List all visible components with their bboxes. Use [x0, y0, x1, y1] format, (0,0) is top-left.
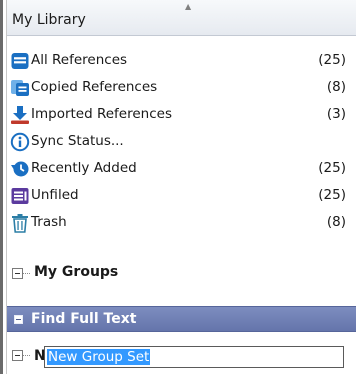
find-full-text-label: Find Full Text: [31, 311, 137, 327]
library-item-label: All References: [31, 52, 128, 68]
new-group-set-row[interactable]: N New Group Set: [12, 346, 356, 368]
collapse-icon[interactable]: [14, 315, 23, 324]
library-item-count: (25): [318, 160, 346, 176]
library-item-trash[interactable]: Trash (8): [10, 212, 356, 234]
library-item-imported-references[interactable]: Imported References (3): [10, 104, 356, 126]
library-item-all-references[interactable]: All References (25): [10, 50, 356, 72]
library-item-count: (8): [326, 214, 346, 230]
my-groups-header[interactable]: My Groups: [12, 264, 356, 286]
library-item-count: (3): [326, 106, 346, 122]
collapse-icon[interactable]: [12, 268, 23, 279]
unfiled-icon: [11, 188, 29, 204]
library-item-label: Copied References: [31, 79, 158, 95]
library-item-recently-added[interactable]: Recently Added (25): [10, 158, 356, 180]
collapse-icon[interactable]: [12, 350, 23, 361]
library-item-label: Unfiled: [31, 187, 79, 203]
group-set-name-input[interactable]: New Group Set: [44, 346, 344, 368]
library-item-label: Imported References: [31, 106, 172, 122]
copied-references-icon: [11, 80, 29, 96]
all-references-icon: [11, 53, 29, 69]
library-header[interactable]: My Library ▲: [7, 0, 356, 36]
sort-up-icon[interactable]: ▲: [185, 3, 191, 11]
info-icon: [10, 132, 30, 152]
library-item-count: (25): [318, 187, 346, 203]
library-item-label: Sync Status...: [31, 133, 124, 149]
library-item-sync-status[interactable]: Sync Status...: [10, 131, 356, 153]
library-item-unfiled[interactable]: Unfiled (25): [10, 185, 356, 207]
find-full-text-header[interactable]: Find Full Text: [7, 306, 356, 332]
group-set-name-selected-text[interactable]: New Group Set: [47, 349, 151, 365]
tree-connector: [23, 355, 30, 356]
library-item-count: (25): [318, 52, 346, 68]
my-groups-label: My Groups: [34, 264, 119, 280]
trash-icon: [12, 214, 28, 233]
library-item-label: Trash: [31, 214, 67, 230]
window-edge: [0, 0, 3, 374]
library-header-title: My Library: [12, 12, 86, 28]
library-item-label: Recently Added: [31, 160, 137, 176]
library-item-copied-references[interactable]: Copied References (8): [10, 77, 356, 99]
library-item-count: (8): [326, 79, 346, 95]
tree-connector: [23, 273, 30, 274]
import-download-icon: [11, 106, 29, 124]
history-clock-icon: [11, 161, 29, 177]
